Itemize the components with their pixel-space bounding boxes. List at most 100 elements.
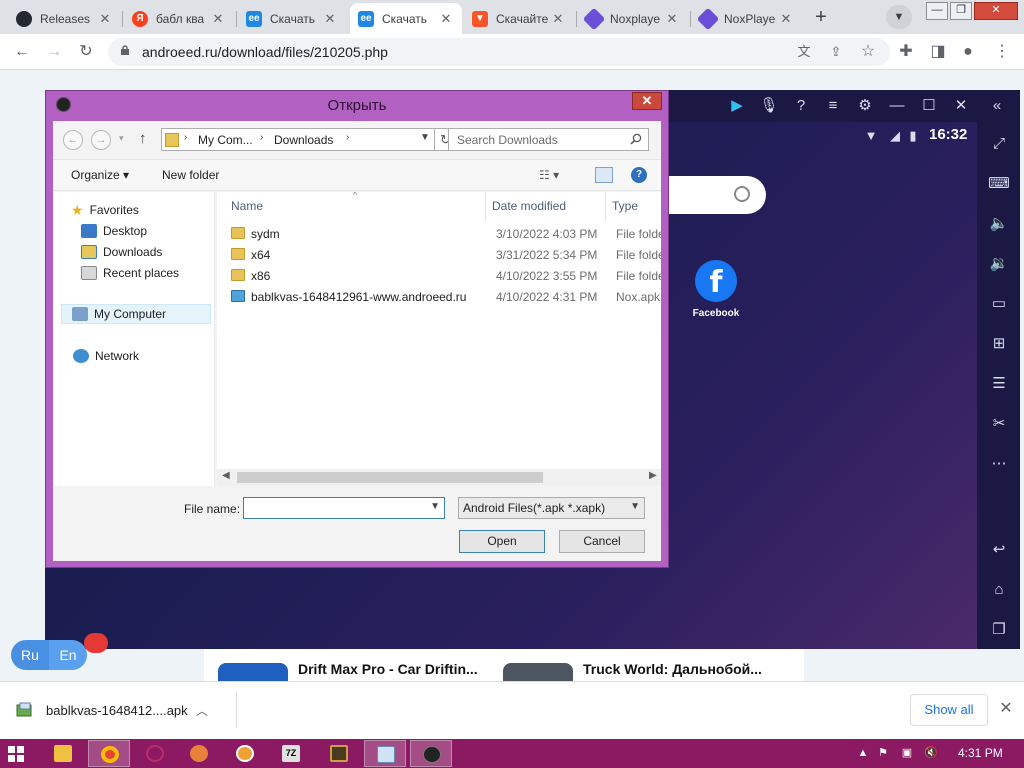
- maximize-button[interactable]: ❐: [950, 2, 972, 20]
- file-row[interactable]: bablkvas-1648412961-www.androeed.ru 4/10…: [223, 287, 661, 307]
- close-icon[interactable]: ✕: [778, 11, 794, 27]
- share-icon[interactable]: ⇪: [824, 40, 848, 64]
- taskbar-app-3[interactable]: [134, 740, 176, 767]
- back-button[interactable]: ←: [10, 40, 34, 64]
- file-row[interactable]: x86 4/10/2022 3:55 PM File folder: [223, 266, 661, 286]
- tab-androeed-1[interactable]: ee Скачать ✕: [238, 3, 346, 34]
- minimize-button[interactable]: —: [926, 2, 948, 20]
- tab-androeed-active[interactable]: ee Скачать ✕: [350, 3, 462, 34]
- show-all-button[interactable]: Show all: [910, 694, 988, 726]
- nav-favorites[interactable]: ★ Favorites: [71, 200, 139, 220]
- menu-kebab-icon[interactable]: ⋮: [990, 40, 1014, 64]
- chevron-right-icon[interactable]: ›: [346, 132, 349, 143]
- app-card-truck-world[interactable]: Truck World: Дальнобой...: [489, 649, 789, 681]
- extensions-icon[interactable]: ✚: [894, 40, 918, 64]
- forward-button[interactable]: →: [42, 40, 66, 64]
- taskbar-nox[interactable]: [410, 740, 452, 767]
- nav-network[interactable]: Network: [73, 346, 139, 366]
- close-icon[interactable]: ✕: [550, 11, 566, 27]
- help-icon[interactable]: ?: [631, 167, 647, 183]
- forward-button[interactable]: →: [91, 130, 111, 150]
- menu-icon[interactable]: ≡: [821, 94, 845, 118]
- settings-gear-icon[interactable]: ⚙: [853, 94, 877, 118]
- collapse-sidebar-icon[interactable]: «: [985, 94, 1009, 118]
- file-row[interactable]: x64 3/31/2022 5:34 PM File folder: [223, 245, 661, 265]
- chevron-right-icon[interactable]: ›: [260, 132, 263, 143]
- window-close-button[interactable]: ✕: [974, 2, 1018, 20]
- breadcrumb-downloads[interactable]: Downloads: [274, 133, 333, 147]
- up-arrow-icon[interactable]: ↑: [139, 130, 147, 147]
- volume-muted-icon[interactable]: 🔇: [924, 746, 938, 760]
- scissors-icon[interactable]: ✂: [987, 412, 1011, 436]
- file-type-filter[interactable]: Android Files(*.apk *.xapk) ▼: [458, 497, 645, 519]
- network-icon[interactable]: ▣: [900, 746, 914, 760]
- minimize-icon[interactable]: —: [885, 94, 909, 118]
- fullscreen-icon[interactable]: ⤢: [987, 132, 1011, 156]
- multi-instance-icon[interactable]: ☰: [987, 372, 1011, 396]
- cancel-button[interactable]: Cancel: [559, 530, 645, 553]
- scroll-left-arrow-icon[interactable]: ◀: [222, 470, 230, 481]
- taskbar-clock[interactable]: 4:31 PM: [958, 746, 1003, 760]
- nav-my-computer[interactable]: My Computer: [61, 304, 211, 324]
- screen-icon[interactable]: ▭: [987, 292, 1011, 316]
- tab-nox-1[interactable]: Noxplaye ✕: [578, 3, 688, 34]
- breadcrumb-my-computer[interactable]: My Com...: [198, 133, 253, 147]
- recent-locations-chevron-icon[interactable]: ▾: [119, 133, 124, 144]
- nav-downloads[interactable]: Downloads: [81, 242, 162, 262]
- lang-ru-button[interactable]: Ru: [11, 640, 49, 670]
- chevron-down-icon[interactable]: ▼: [630, 501, 640, 512]
- column-header-name[interactable]: Name: [231, 199, 263, 213]
- new-tab-button[interactable]: +: [808, 6, 834, 30]
- profile-avatar-icon[interactable]: ●: [956, 40, 980, 64]
- reload-button[interactable]: ↻: [74, 40, 98, 64]
- close-icon[interactable]: ✕: [949, 94, 973, 118]
- microphone-icon[interactable]: 🎙: [757, 94, 781, 118]
- android-back-icon[interactable]: ↩: [987, 538, 1011, 562]
- close-icon[interactable]: ✕: [97, 11, 113, 27]
- flag-icon[interactable]: ⚑: [876, 746, 890, 760]
- tab-yandex[interactable]: Я бабл ква ✕: [124, 3, 234, 34]
- taskbar-app-4[interactable]: [178, 740, 220, 767]
- apk-install-icon[interactable]: ⊞: [987, 332, 1011, 356]
- tab-search-button[interactable]: ▼: [886, 5, 912, 29]
- tab-releases[interactable]: Releases ✕: [8, 3, 121, 34]
- tab-brave[interactable]: ▼ Скачайте ✕: [464, 3, 574, 34]
- more-icon[interactable]: ⋯: [987, 452, 1011, 476]
- facebook-app[interactable]: f Facebook: [691, 260, 741, 319]
- bookmark-star-icon[interactable]: ☆: [856, 40, 880, 64]
- taskbar-notepad[interactable]: [364, 740, 406, 767]
- column-header-type[interactable]: Type: [612, 199, 638, 213]
- android-recents-icon[interactable]: ❐: [987, 618, 1011, 642]
- play-store-icon[interactable]: ▶: [725, 94, 749, 118]
- keyboard-icon[interactable]: ⌨: [987, 172, 1011, 196]
- new-folder-button[interactable]: New folder: [162, 168, 219, 182]
- back-button[interactable]: ←: [63, 130, 83, 150]
- tab-nox-2[interactable]: NoxPlaye ✕: [692, 3, 802, 34]
- open-button[interactable]: Open: [459, 530, 545, 553]
- dialog-close-button[interactable]: ✕: [632, 92, 662, 110]
- start-button[interactable]: [8, 746, 24, 762]
- nav-recent-places[interactable]: Recent places: [81, 263, 179, 283]
- lang-en-button[interactable]: En: [49, 640, 87, 670]
- android-home-icon[interactable]: ⌂: [987, 578, 1011, 602]
- taskbar-app-7[interactable]: [318, 740, 360, 767]
- file-row[interactable]: sydm 3/10/2022 4:03 PM File folder: [223, 224, 661, 244]
- volume-up-icon[interactable]: 🔈: [987, 212, 1011, 236]
- download-item[interactable]: bablkvas-1648412....apk ︿: [16, 696, 226, 724]
- dialog-title-bar[interactable]: Открыть ✕: [46, 91, 668, 119]
- scroll-right-arrow-icon[interactable]: ▶: [649, 470, 657, 481]
- chevron-down-icon[interactable]: ▼: [430, 501, 440, 512]
- help-icon[interactable]: ?: [789, 94, 813, 118]
- close-icon[interactable]: ✕: [322, 11, 338, 27]
- organize-button[interactable]: Organize ▾: [71, 168, 129, 182]
- taskbar-chrome[interactable]: [88, 740, 130, 767]
- close-icon[interactable]: ✕: [664, 11, 680, 27]
- taskbar-7zip[interactable]: 7Z: [270, 740, 312, 767]
- file-name-input[interactable]: ▼: [243, 497, 445, 519]
- search-input[interactable]: Search Downloads: [448, 128, 649, 151]
- close-icon[interactable]: ✕: [210, 11, 226, 27]
- app-card-drift-max[interactable]: Drift Max Pro - Car Driftin...: [204, 649, 494, 681]
- chevron-right-icon[interactable]: ›: [184, 132, 187, 143]
- taskbar-app-5[interactable]: [224, 740, 266, 767]
- close-icon[interactable]: ✕: [996, 698, 1016, 720]
